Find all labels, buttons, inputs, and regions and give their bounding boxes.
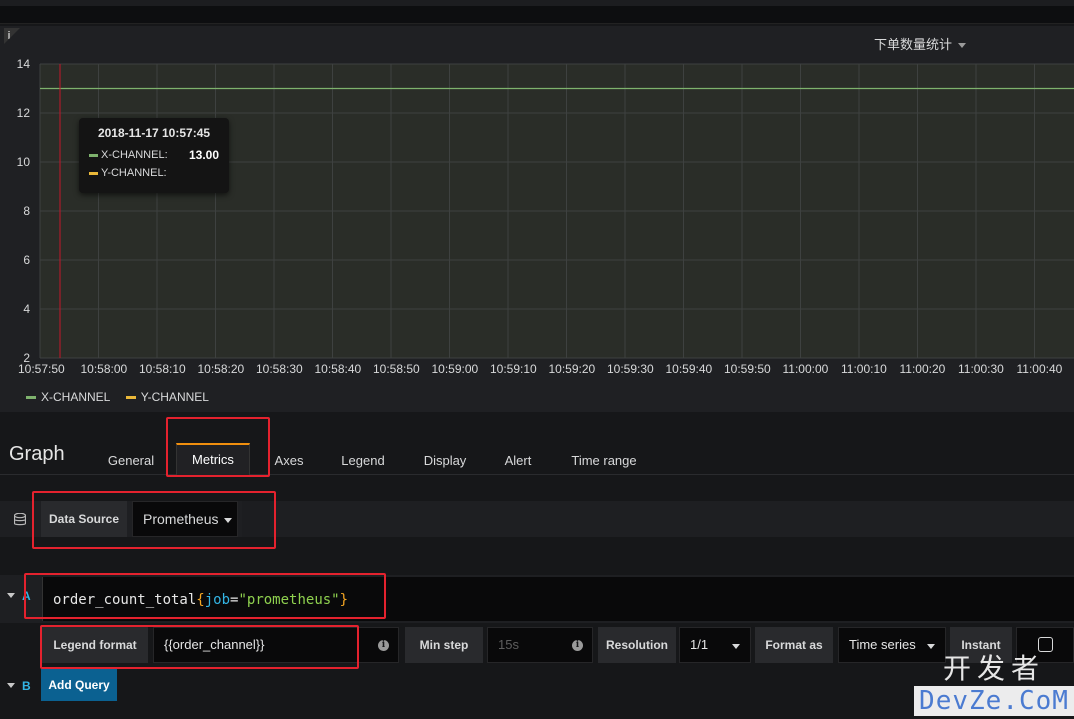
series-swatch [89,153,98,157]
y-tick-label: 12 [16,106,30,120]
tab-label: General [107,453,155,468]
tooltip-series-name: Y-CHANNEL: [101,167,167,179]
x-tick-label: 10:58:20 [197,362,245,376]
tab-time-range[interactable]: Time range [566,443,642,475]
x-tick-label: 10:58:50 [373,362,420,376]
collapse-query-a-icon[interactable] [7,593,15,598]
x-tick-label: 10:59:50 [724,362,771,376]
min-step-label: Min step [405,627,483,663]
x-tick-label: 10:58:00 [80,362,128,376]
legend-item-x-channel[interactable]: X-CHANNEL [26,390,110,404]
x-tick-label: 10:58:30 [256,362,303,376]
query-letter-b: B [22,679,31,693]
y-tick-label: 8 [23,204,30,218]
panel-title[interactable]: 下单数量统计 [874,34,967,53]
graph-plot[interactable] [0,52,1074,412]
x-tick-label: 10:59:10 [490,362,537,376]
tooltip-series-name: X-CHANNEL: [101,149,168,161]
tab-label: Display [423,453,467,468]
y-tick-label: 4 [23,302,30,316]
series-swatch [26,396,36,400]
collapse-query-b-icon[interactable] [7,683,15,688]
graph-legend: X-CHANNEL Y-CHANNEL [26,390,221,404]
tab-label: Time range [571,453,637,468]
x-tick-label: 10:59:20 [548,362,596,376]
tab-alert[interactable]: Alert [500,443,536,475]
graph-tooltip: 2018-11-17 10:57:45 X-CHANNEL: 13.00 Y-C… [79,118,229,193]
x-tick-label: 10:59:30 [607,362,654,376]
watermark-line2: DevZe.CoM [914,686,1074,716]
top-bar [0,0,1074,24]
legend-label: X-CHANNEL [41,390,111,404]
tooltip-series-value: 13.00 [188,148,219,162]
tab-axes[interactable]: Axes [270,443,308,475]
add-query-button[interactable]: Add Query [41,669,117,701]
editor-title: Graph [9,443,65,465]
chevron-down-icon [927,644,935,649]
tooltip-row: X-CHANNEL: 13.00 [89,146,219,164]
x-tick-label: 10:58:10 [139,362,186,376]
watermark: 开发者 DevZe.CoM [914,652,1074,719]
x-tick-label: 11:00:20 [899,362,946,376]
resolution-label: Resolution [598,627,676,663]
panel-info-icon[interactable]: i [4,28,20,44]
info-icon[interactable]: i [572,640,583,651]
tab-legend[interactable]: Legend [336,443,390,475]
x-tick-label: 10:57:50 [18,362,65,376]
graph-panel: i 下单数量统计 2 4 6 8 10 12 14 10:57:50 10:58:00 10:5… [0,26,1074,412]
x-tick-label: 11:00:40 [1016,362,1063,376]
highlight-legend-format [40,625,359,669]
chevron-down-icon [732,644,740,649]
y-tick-label: 10 [16,155,30,169]
y-tick-label: 14 [16,57,30,71]
x-tick-label: 11:00:30 [958,362,1004,376]
x-tick-label: 11:00:10 [841,362,887,376]
series-swatch [89,171,98,175]
y-tick-label: 6 [23,253,30,267]
tab-general[interactable]: General [104,443,158,475]
tab-label: Axes [274,453,304,468]
x-tick-label: 10:58:40 [314,362,362,376]
tab-display[interactable]: Display [418,443,472,475]
resolution-value: 1/1 [690,637,709,652]
top-stripe [0,0,1074,6]
highlight-query [24,573,386,619]
legend-label: Y-CHANNEL [140,390,209,404]
series-swatch [125,396,136,400]
watermark-line1: 开发者 [942,652,1045,685]
tab-label: Alert [504,453,532,468]
info-icon[interactable]: i [378,640,389,651]
x-tick-label: 11:00:00 [782,362,829,376]
chevron-down-icon [958,43,967,49]
format-as-label: Format as [755,627,833,663]
tab-label: Legend [341,453,385,468]
format-as-value: Time series [849,637,916,652]
legend-item-y-channel[interactable]: Y-CHANNEL [125,390,209,404]
instant-checkbox[interactable] [1038,637,1053,652]
resolution-select[interactable]: 1/1 [679,627,751,663]
x-tick-label: 10:59:00 [431,362,479,376]
tooltip-time: 2018-11-17 10:57:45 [97,126,211,140]
panel-editor-header: Graph General Metrics Axes Legend Displa… [0,430,1074,475]
highlight-metrics-tab [166,417,270,477]
database-icon [14,513,26,526]
highlight-datasource [32,491,276,549]
x-tick-label: 10:59:40 [665,362,713,376]
tooltip-row: Y-CHANNEL: [89,164,219,182]
panel-title-text: 下单数量统计 [874,37,953,52]
